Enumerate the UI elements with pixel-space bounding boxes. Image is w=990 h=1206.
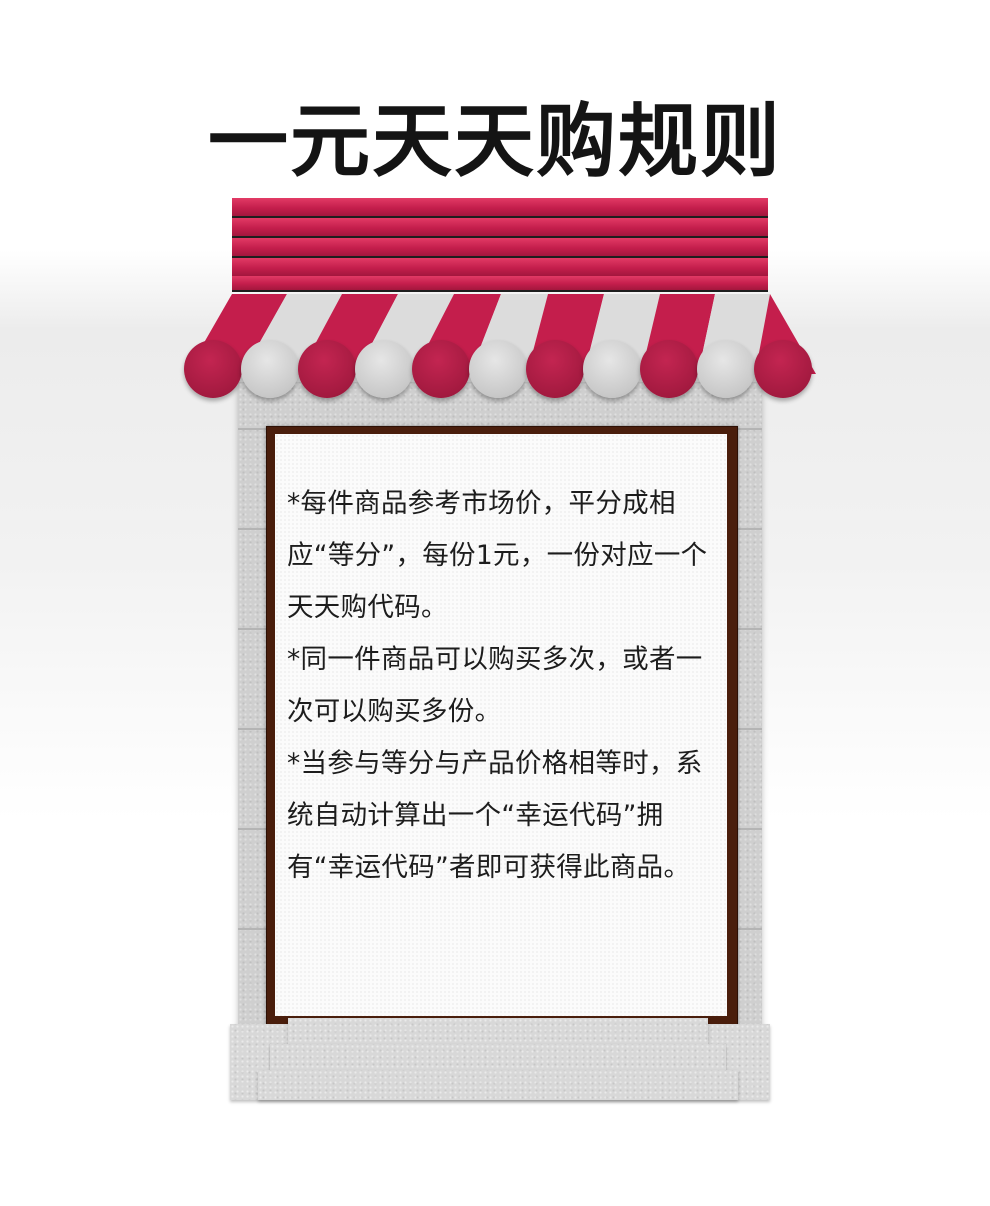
brick-line <box>238 428 268 430</box>
awning-scallop <box>697 340 755 398</box>
brick-line <box>238 628 268 630</box>
rules-text: *每件商品参考市场价，平分成相应“等分”，每份1元，一份对应一个天天购代码。 *… <box>287 478 719 894</box>
awning-band <box>232 238 768 258</box>
shop-illustration: *每件商品参考市场价，平分成相应“等分”，每份1元，一份对应一个天天购代码。 *… <box>0 0 990 1206</box>
awning-scallop <box>583 340 641 398</box>
rule-item: *每件商品参考市场价，平分成相应“等分”，每份1元，一份对应一个天天购代码。 <box>287 488 708 623</box>
step-middle <box>270 1044 726 1070</box>
awning-scallop <box>412 340 470 398</box>
awning-scallop <box>241 340 299 398</box>
brick-line <box>238 728 268 730</box>
brick-line <box>238 928 268 930</box>
step-bottom <box>258 1070 738 1100</box>
awning-scallop <box>640 340 698 398</box>
brick-line <box>238 528 268 530</box>
awning-band <box>232 218 768 238</box>
step-top <box>288 1018 708 1044</box>
awning-band <box>232 198 768 218</box>
awning-scallop <box>469 340 527 398</box>
awning-scallop <box>184 340 242 398</box>
awning-band <box>232 276 768 292</box>
awning-scallop <box>754 340 812 398</box>
awning-band <box>232 258 768 278</box>
rule-item: *同一件商品可以购买多次，或者一次可以购买多份。 <box>287 644 703 727</box>
awning-scallop <box>526 340 584 398</box>
rule-item: *当参与等分与产品价格相等时，系统自动计算出一个“幸运代码”拥有“幸运代码”者即… <box>287 748 703 883</box>
awning-scallop <box>298 340 356 398</box>
brick-line <box>238 828 268 830</box>
awning-scallop <box>355 340 413 398</box>
